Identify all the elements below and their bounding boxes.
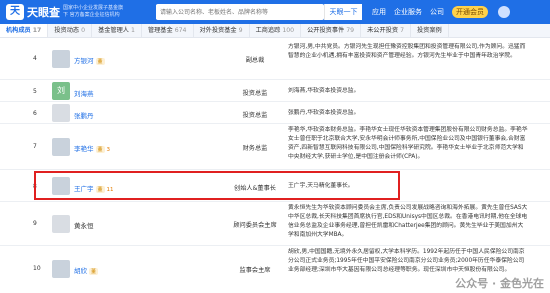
tab-public-investments[interactable]: 公开投资事件 79: [301, 24, 362, 37]
tab-count: 100: [282, 27, 295, 34]
tab-outbound-funds[interactable]: 对外投资基金 9: [194, 24, 250, 37]
member-role: 财务总监: [242, 145, 268, 152]
member-role: 投资总监: [242, 90, 268, 97]
tab-count: 17: [32, 27, 42, 34]
member-role: 副总裁: [245, 57, 265, 64]
member-name[interactable]: 胡欣董: [74, 265, 99, 275]
tab-label: 对外投资基金: [199, 27, 237, 34]
member-photo: [52, 260, 70, 278]
member-name[interactable]: 刘海燕: [74, 88, 94, 98]
top-nav: 应用 企业服务 公司 开通会员: [372, 0, 510, 24]
member-photo: [52, 138, 70, 156]
member-photo: [52, 215, 70, 233]
member-description: 张鹏丹,华软资本投资总监。: [288, 110, 360, 116]
tab-private-investments[interactable]: 未公开投资 7: [361, 24, 411, 37]
tab-label: 投资动态: [54, 27, 80, 34]
member-description: 方银河,男,中共党员。方银河先生现担任豫资控股集团和投资管理有限公司,作为顾问。…: [288, 44, 526, 59]
row-index: 9: [33, 220, 37, 227]
tab-members[interactable]: 机构成员 17: [0, 24, 49, 37]
table-row: 6 张鹏丹 投资总监 张鹏丹,华软资本投资总监。: [0, 102, 550, 124]
logo-text: 天眼查: [27, 6, 60, 19]
search-box[interactable]: 天眼一下: [156, 4, 362, 20]
tab-managed-funds[interactable]: 管理基金 674: [142, 24, 194, 37]
member-name[interactable]: 张鹏丹: [74, 110, 94, 120]
tab-label: 投资案例: [417, 27, 442, 34]
member-description: 刘海燕,华软资本投资总监。: [288, 88, 360, 94]
tab-label: 基金管理人: [98, 27, 129, 34]
search-input[interactable]: [156, 5, 286, 19]
related-count: 3: [106, 147, 111, 153]
member-name-text: 李艳华: [74, 145, 94, 153]
table-row: 7 李艳华董 3 财务总监 李艳华,华软资本财务总监。李艳华女士现任华软资本管理集…: [0, 124, 550, 170]
tab-label: 公开投资事件: [307, 27, 345, 34]
tab-count: 0: [81, 27, 86, 34]
tab-label: 机构成员: [6, 27, 31, 34]
nav-apps[interactable]: 应用: [372, 7, 386, 17]
member-name[interactable]: 方银河董: [74, 55, 105, 65]
logo[interactable]: 天 天眼查 国家中小企业发展子基金旗下 官方备案企业征信机构: [6, 4, 125, 20]
member-photo: [52, 104, 70, 122]
tab-label: 未公开投资: [367, 27, 399, 34]
director-badge: 董: [89, 268, 99, 275]
member-role: 监事会主席: [239, 267, 271, 274]
nav-company[interactable]: 公司: [430, 7, 444, 17]
logo-subtitle: 国家中小企业发展子基金旗下 官方备案企业征信机构: [63, 5, 124, 18]
vip-button[interactable]: 开通会员: [452, 6, 488, 18]
nav-enterprise-service[interactable]: 企业服务: [394, 7, 422, 17]
tab-investment-news[interactable]: 投资动态 0: [48, 24, 93, 37]
member-name[interactable]: 李艳华董 3: [74, 143, 110, 153]
logo-mark: 天: [6, 4, 24, 20]
member-role: 顾问委员会主席: [233, 222, 277, 229]
tab-fund-manager[interactable]: 基金管理人 1: [92, 24, 142, 37]
member-name[interactable]: 黄永恒: [74, 220, 94, 230]
row-index: 10: [33, 265, 41, 272]
row-index: 5: [33, 88, 37, 95]
member-photo: [52, 50, 70, 68]
table-row: 9 黄永恒 顾问委员会主席 黄永恒先生为华软资本顾问委员会主席,负责公司发展战略…: [0, 202, 550, 246]
tab-label: 工商追踪: [255, 27, 281, 34]
table-row: 5 刘 刘海燕 投资总监 刘海燕,华软资本投资总监。: [0, 80, 550, 102]
row-index: 7: [33, 143, 37, 150]
tab-count: 7: [400, 27, 404, 34]
top-bar: 天 天眼查 国家中小企业发展子基金旗下 官方备案企业征信机构 天眼一下 应用 企…: [0, 0, 550, 24]
user-avatar[interactable]: [498, 6, 510, 18]
tab-count: 79: [346, 27, 355, 34]
tab-count: 1: [131, 27, 135, 34]
member-name-text: 胡欣: [74, 267, 87, 275]
member-name-text: 方银河: [74, 57, 94, 65]
tab-count: 674: [174, 27, 187, 34]
director-badge: 董: [95, 146, 105, 153]
tab-count: 9: [238, 27, 243, 34]
member-photo: 刘: [52, 82, 70, 100]
tab-business-tracking[interactable]: 工商追踪 100: [250, 24, 302, 37]
table-row: 4 方银河董 副总裁 方银河,男,中共党员。方银河先生现担任豫资控股集团和投资管…: [0, 38, 550, 80]
member-description: 黄永恒先生为华软资本顾问委员会主席,负责公司发展战略咨询和海外拓展。黄先生曾任S…: [288, 205, 528, 238]
highlight-box: [34, 171, 400, 200]
watermark: 公众号 · 金色光在: [455, 277, 544, 290]
row-index: 6: [33, 110, 37, 117]
section-tabs: 机构成员 17 投资动态 0 基金管理人 1 管理基金 674 对外投资基金 9 工商追踪…: [0, 24, 550, 38]
search-button[interactable]: 天眼一下: [324, 4, 362, 20]
member-description: 李艳华,华软资本财务总监。李艳华女士现任华软资本管理集团股份有限公司财务总监。李…: [288, 127, 528, 160]
director-badge: 董: [95, 58, 105, 65]
row-index: 4: [33, 55, 37, 62]
tab-label: 管理基金: [147, 27, 173, 34]
tab-investment-cases[interactable]: 投资案例: [411, 24, 449, 37]
member-role: 投资总监: [242, 112, 268, 119]
